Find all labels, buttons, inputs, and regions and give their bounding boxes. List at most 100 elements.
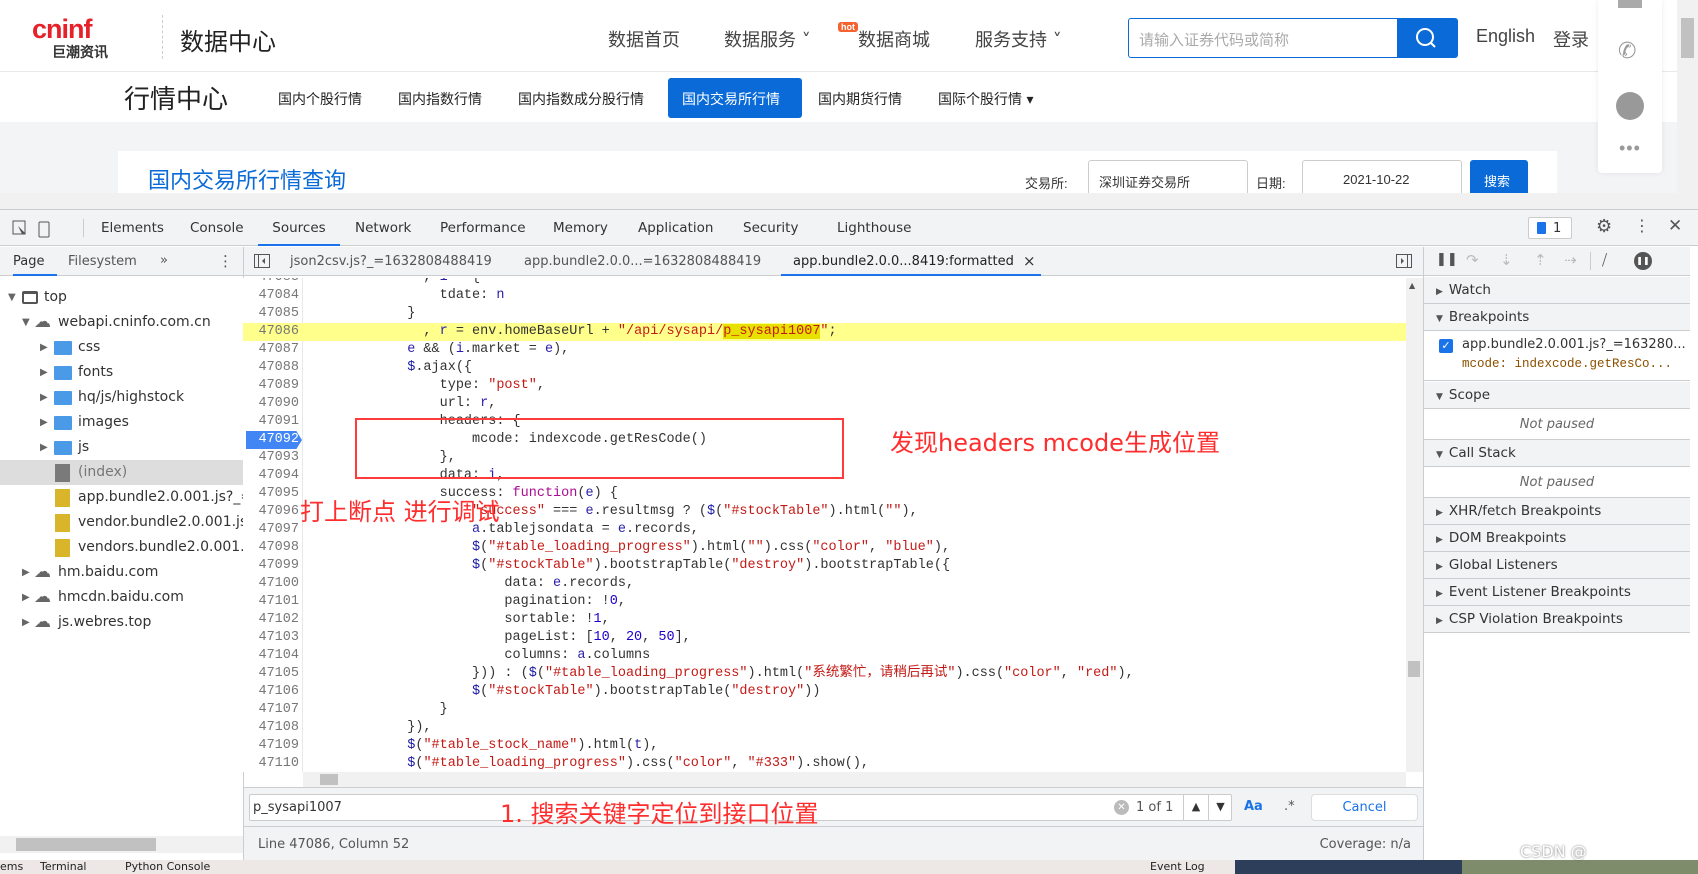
step-out-icon[interactable]: ⇡: [1534, 251, 1547, 269]
line-number[interactable]: 47093: [243, 449, 299, 467]
line-number[interactable]: 47102: [243, 611, 299, 629]
line-number[interactable]: 47095: [243, 485, 299, 503]
date-input[interactable]: 2021-10-22: [1302, 160, 1462, 193]
cancel-search-button[interactable]: Cancel: [1311, 794, 1418, 821]
line-number[interactable]: 47103: [243, 629, 299, 647]
mail-icon[interactable]: [1618, 0, 1642, 8]
subnav-exchange[interactable]: 国内交易所行情: [668, 78, 802, 118]
code-line[interactable]: 47083 , i = {: [243, 278, 1406, 287]
line-number[interactable]: 47101: [243, 593, 299, 611]
tab-performance[interactable]: Performance: [440, 220, 526, 236]
tree-item[interactable]: ▶ images: [0, 410, 243, 435]
collapsed-arrow-icon[interactable]: ▶: [40, 410, 48, 435]
section-watch[interactable]: ▶ Watch: [1424, 277, 1690, 304]
taskbar-terminal[interactable]: Terminal: [40, 860, 87, 873]
more-tabs-icon[interactable]: »: [160, 253, 168, 268]
line-number[interactable]: 47107: [243, 701, 299, 719]
code-line[interactable]: 47084 tdate: n: [243, 287, 1406, 305]
section-call-stack[interactable]: ▼ Call Stack: [1424, 440, 1690, 467]
section-scope[interactable]: ▼ Scope: [1424, 382, 1690, 409]
toggle-debugger-icon[interactable]: [1396, 254, 1412, 268]
tree-item[interactable]: ▶ hq/js/highstock: [0, 385, 243, 410]
tree-item[interactable]: ▼ top: [0, 285, 243, 310]
deactivate-breakpoints-icon[interactable]: ⧸: [1602, 251, 1607, 269]
breakpoint-marker[interactable]: 47092: [246, 431, 302, 449]
file-tab-app-bundle[interactable]: app.bundle2.0.0...=1632808488419: [524, 254, 761, 269]
code-line[interactable]: 47087 e && (i.market = e),: [243, 341, 1406, 359]
subnav-international[interactable]: 国际个股行情 ▾: [938, 89, 1033, 109]
line-number[interactable]: 47094: [243, 467, 299, 485]
settings-gear-icon[interactable]: ⚙: [1596, 216, 1612, 237]
login-link[interactable]: 登录: [1553, 26, 1589, 52]
step-icon[interactable]: ⇢: [1564, 251, 1577, 269]
service-icon[interactable]: [1616, 92, 1644, 120]
next-match-button[interactable]: ▼: [1208, 795, 1232, 820]
tree-item[interactable]: ▼ ☁ webapi.cninfo.com.cn: [0, 310, 243, 335]
page-vertical-scrollbar[interactable]: [1677, 0, 1698, 193]
more-icon[interactable]: •••: [1619, 138, 1641, 159]
code-line[interactable]: 47103 pageList: [10, 20, 50],: [243, 629, 1406, 647]
tree-item[interactable]: (index): [0, 460, 243, 485]
stock-search[interactable]: 请输入证券代码或简称: [1128, 18, 1458, 58]
line-number[interactable]: 47106: [243, 683, 299, 701]
collapsed-arrow-icon[interactable]: ▶: [22, 610, 30, 635]
code-line[interactable]: 47105 })) : ($("#table_loading_progress"…: [243, 665, 1406, 683]
tab-console[interactable]: Console: [190, 220, 244, 236]
toggle-navigator-icon[interactable]: [254, 254, 270, 268]
expanded-arrow-icon[interactable]: ▼: [8, 285, 16, 310]
tree-item[interactable]: vendor.bundle2.0.001.js?_: [0, 510, 243, 535]
search-button[interactable]: [1397, 19, 1457, 57]
exchange-select[interactable]: 深圳证券交易所: [1088, 160, 1248, 193]
breakpoint-checkbox[interactable]: ✓: [1439, 339, 1453, 353]
code-line[interactable]: 47085 }: [243, 305, 1406, 323]
code-horizontal-scrollbar[interactable]: [303, 772, 1406, 787]
tab-sources[interactable]: Sources: [258, 210, 340, 246]
line-number[interactable]: 47083: [243, 278, 299, 287]
line-number[interactable]: 47097: [243, 521, 299, 539]
nav-support[interactable]: 服务支持 ˅: [975, 26, 1062, 52]
line-number[interactable]: 47104: [243, 647, 299, 665]
search-input[interactable]: 请输入证券代码或简称: [1139, 29, 1289, 50]
code-line[interactable]: 47099 $("#stockTable").bootstrapTable("d…: [243, 557, 1406, 575]
section-xhr-fetch-breakpoints[interactable]: ▶ XHR/fetch Breakpoints: [1424, 498, 1690, 525]
subnav-futures[interactable]: 国内期货行情: [818, 89, 902, 109]
file-tab-json2csv[interactable]: json2csv.js?_=1632808488419: [290, 254, 492, 269]
subnav-index-components[interactable]: 国内指数成分股行情: [518, 89, 644, 109]
tree-horizontal-scrollbar[interactable]: [0, 836, 243, 853]
code-line[interactable]: 47101 pagination: !0,: [243, 593, 1406, 611]
taskbar-python-console[interactable]: Python Console: [125, 860, 210, 873]
coverage-status[interactable]: Coverage: n/a: [1320, 837, 1411, 852]
tree-item[interactable]: ▶ ☁ hmcdn.baidu.com: [0, 585, 243, 610]
line-number[interactable]: 47090: [243, 395, 299, 413]
subnav-stock[interactable]: 国内个股行情: [278, 89, 362, 109]
regex-toggle[interactable]: .*: [1284, 799, 1295, 814]
code-line[interactable]: 47109 $("#table_stock_name").html(t),: [243, 737, 1406, 755]
line-number[interactable]: 47084: [243, 287, 299, 305]
code-line[interactable]: 47106 $("#stockTable").bootstrapTable("d…: [243, 683, 1406, 701]
tree-item[interactable]: ▶ fonts: [0, 360, 243, 385]
line-number[interactable]: 47085: [243, 305, 299, 323]
inspect-icons[interactable]: [12, 220, 52, 238]
issues-button[interactable]: 1: [1528, 217, 1572, 239]
tab-security[interactable]: Security: [743, 220, 798, 236]
phone-icon[interactable]: ✆: [1618, 38, 1636, 64]
code-line[interactable]: 47089 type: "post",: [243, 377, 1406, 395]
collapsed-arrow-icon[interactable]: ▶: [40, 360, 48, 385]
tree-item[interactable]: vendors.bundle2.0.001.js?: [0, 535, 243, 560]
section-dom-breakpoints[interactable]: ▶ DOM Breakpoints: [1424, 525, 1690, 552]
line-number[interactable]: 47110: [243, 755, 299, 772]
line-number[interactable]: 47091: [243, 413, 299, 431]
tab-memory[interactable]: Memory: [553, 220, 608, 236]
step-over-icon[interactable]: ↷: [1466, 251, 1479, 269]
nav-home[interactable]: 数据首页: [608, 26, 680, 52]
english-link[interactable]: English: [1476, 26, 1535, 47]
match-case-toggle[interactable]: Aa: [1244, 799, 1263, 814]
query-search-button[interactable]: 搜索: [1470, 160, 1528, 193]
nav-data-mall[interactable]: 数据商城: [858, 26, 930, 52]
file-tab-app-bundle-formatted[interactable]: app.bundle2.0.0...8419:formatted ×: [781, 247, 1041, 276]
more-options-icon[interactable]: ⋮: [1634, 216, 1650, 235]
close-devtools-icon[interactable]: ✕: [1668, 216, 1682, 236]
collapsed-arrow-icon[interactable]: ▶: [22, 585, 30, 610]
code-line[interactable]: 47088 $.ajax({: [243, 359, 1406, 377]
line-number[interactable]: 47087: [243, 341, 299, 359]
